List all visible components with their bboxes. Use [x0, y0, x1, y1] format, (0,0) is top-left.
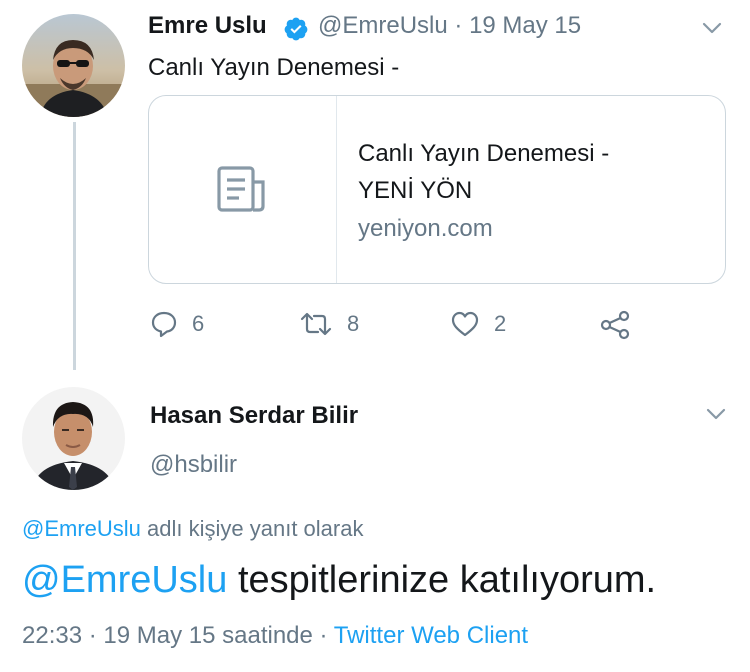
tweet-date[interactable]: 19 May 15 — [469, 12, 581, 39]
like-count: 2 — [494, 311, 507, 336]
reply-to-text: adlı kişiye yanıt olarak — [147, 516, 364, 541]
chevron-down-icon[interactable] — [704, 402, 728, 426]
tweet-text: Canlı Yayın Denemesi - — [148, 54, 400, 81]
avatar[interactable] — [22, 14, 125, 117]
mention-link[interactable]: @EmreUslu — [22, 559, 227, 601]
like-action[interactable]: 2 — [450, 310, 506, 338]
reply-text: @EmreUslu tespitlerinize katılıyorum. — [22, 559, 656, 602]
reply-time: 22:33 — [22, 622, 83, 649]
chevron-down-icon[interactable] — [700, 16, 724, 40]
reply-context: @EmreUslu adlı kişiye yanıt olarak — [22, 516, 363, 542]
separator: · — [454, 12, 463, 39]
reply-to-link[interactable]: @EmreUslu — [22, 516, 141, 541]
link-card[interactable]: Canlı Yayın Denemesi - YENİ YÖN yeniyon.… — [148, 95, 726, 284]
reply-avatar[interactable] — [22, 387, 125, 490]
heart-icon — [450, 310, 480, 338]
card-title-line2: YENİ YÖN — [358, 177, 473, 204]
reply-handle[interactable]: @hsbilir — [150, 451, 237, 479]
client-link[interactable]: Twitter Web Client — [334, 622, 528, 649]
card-thumbnail — [149, 96, 337, 283]
reply-meta: 22:33 · 19 May 15 saatinde · Twitter Web… — [22, 622, 528, 650]
thread-line — [73, 122, 76, 370]
retweet-icon — [299, 310, 333, 338]
reply-date: · 19 May 15 saatinde · — [88, 622, 328, 649]
retweet-action[interactable]: 8 — [299, 310, 359, 338]
retweet-count: 8 — [347, 311, 360, 336]
reply-author-name[interactable]: Hasan Serdar Bilir — [150, 402, 358, 430]
card-title: Canlı Yayın Denemesi - — [358, 140, 610, 167]
handle[interactable]: @EmreUslu — [318, 12, 448, 39]
author-name[interactable]: Emre Uslu — [148, 12, 267, 40]
reply-body: tespitlerinize katılıyorum. — [237, 559, 657, 601]
card-domain: yeniyon.com — [358, 215, 493, 242]
reply-icon — [150, 310, 178, 338]
verified-badge-icon — [283, 16, 309, 42]
share-icon[interactable] — [599, 310, 631, 340]
document-icon — [215, 162, 271, 218]
reply-count: 6 — [192, 311, 205, 336]
reply-action[interactable]: 6 — [150, 310, 204, 338]
tweet-meta: @EmreUslu · 19 May 15 — [318, 12, 581, 40]
